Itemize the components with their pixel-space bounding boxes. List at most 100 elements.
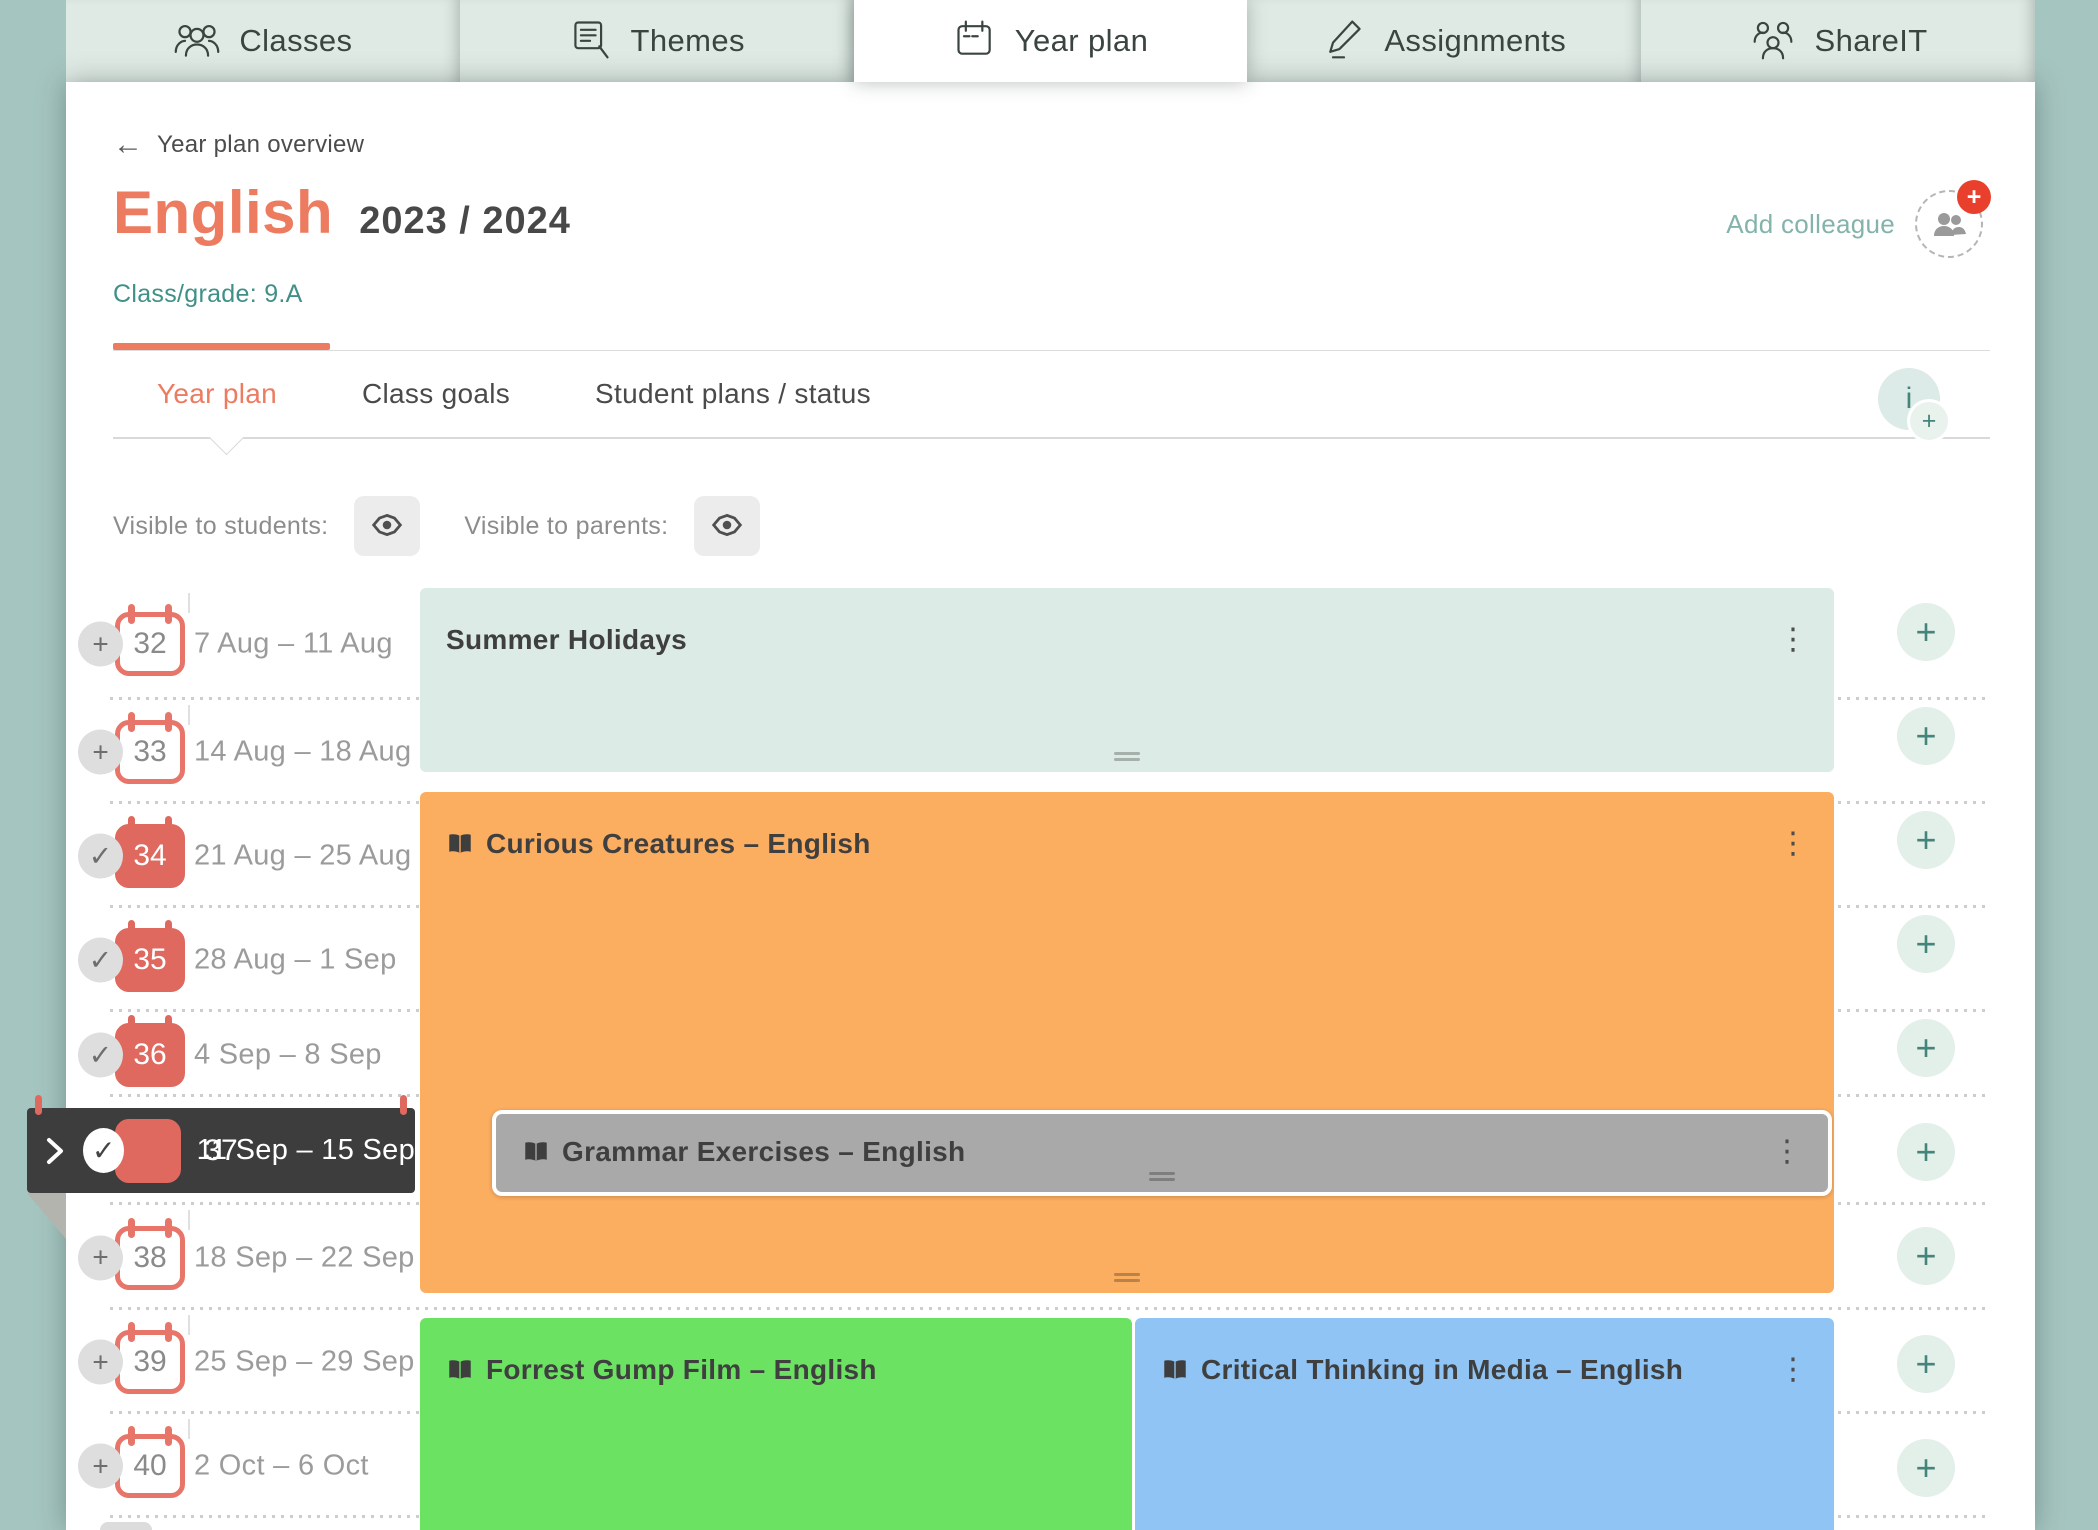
week-dates: 25 Sep – 29 Sep — [194, 1346, 415, 1379]
selected-week-bar[interactable]: ✓3711 Sep – 15 Sep — [27, 1108, 415, 1193]
back-arrow-icon: ← — [113, 130, 143, 160]
eye-icon — [371, 511, 403, 542]
week-dates: 4 Sep – 8 Sep — [194, 1038, 382, 1071]
add-to-week-button[interactable]: + — [1897, 707, 1955, 765]
book-icon — [446, 831, 474, 857]
week-status-badge[interactable]: ✓ — [78, 1032, 123, 1077]
add-to-week-button[interactable]: + — [1897, 603, 1955, 661]
drag-handle[interactable] — [1149, 1169, 1175, 1184]
students-visibility-toggle[interactable] — [354, 496, 420, 556]
year-plan-page: Classes Themes Year plan Assignments Sha… — [0, 0, 2098, 1530]
week-number: 34 — [120, 829, 180, 883]
week-number: 36 — [120, 1028, 180, 1082]
week-number: 33 — [120, 725, 180, 779]
week-status-badge[interactable]: ✓ — [78, 938, 123, 983]
week-status-badge[interactable]: ✓ — [78, 834, 123, 879]
add-to-week-button[interactable]: + — [1897, 1335, 1955, 1393]
class-grade-label[interactable]: Class/grade: 9.A — [113, 280, 303, 309]
week-number: 39 — [120, 1335, 180, 1389]
active-tab-notch — [209, 420, 244, 455]
nav-tab-classes[interactable]: Classes — [66, 0, 460, 82]
week-dates: 14 Aug – 18 Aug — [194, 736, 411, 769]
event-header: Grammar Exercises – English ⋮ — [496, 1114, 1828, 1168]
add-to-week-button[interactable]: + — [1897, 811, 1955, 869]
kebab-menu-icon[interactable]: ⋮ — [1778, 832, 1808, 856]
drop-indicator — [188, 1419, 190, 1439]
nav-tab-themes[interactable]: Themes — [460, 0, 854, 82]
calendar-week-icon[interactable]: 38 — [115, 1226, 185, 1290]
calendar-week-icon[interactable]: 40 — [115, 1434, 185, 1498]
add-colleague-button[interactable]: Add colleague + — [1726, 190, 1983, 258]
row-separator — [110, 1307, 1990, 1310]
active-section-indicator — [113, 343, 330, 350]
event-block-forrest-gump-film[interactable]: Forrest Gump Film – English — [420, 1318, 1132, 1530]
parents-visibility-toggle[interactable] — [694, 496, 760, 556]
tab-year-plan[interactable]: Year plan — [157, 378, 277, 410]
drag-handle[interactable] — [1114, 749, 1140, 764]
add-colleague-label: Add colleague — [1726, 209, 1895, 240]
event-block-grammar-exercises[interactable]: Grammar Exercises – English ⋮ — [492, 1110, 1832, 1196]
page-title-row: English 2023 / 2024 — [113, 178, 571, 247]
book-icon — [522, 1139, 550, 1165]
themes-icon — [569, 16, 613, 67]
add-to-week-button[interactable]: + — [1897, 1019, 1955, 1077]
add-to-week-button[interactable]: + — [1897, 1439, 1955, 1497]
back-link[interactable]: ← Year plan overview — [113, 130, 364, 160]
year-plan-card: ← Year plan overview Add colleague + Eng… — [66, 82, 2035, 1530]
week-number: 38 — [120, 1231, 180, 1285]
event-header: Curious Creatures – English ⋮ — [420, 792, 1834, 860]
week-number: 32 — [120, 617, 180, 671]
week-status-badge[interactable]: ✓ — [83, 1128, 124, 1173]
event-block-curious-creatures[interactable]: Curious Creatures – English ⋮ — [420, 792, 1834, 1293]
fold-shadow — [27, 1193, 66, 1239]
week-status-badge[interactable]: + — [78, 1340, 123, 1385]
nav-tab-label: Year plan — [1015, 23, 1148, 59]
nav-tab-label: Classes — [239, 23, 352, 59]
calendar-week-icon[interactable]: 35 — [115, 928, 185, 992]
event-block-summer-holidays[interactable]: Summer Holidays ⋮ — [420, 588, 1834, 772]
calendar-week-icon[interactable]: 32 — [115, 612, 185, 676]
event-header: Critical Thinking in Media – English ⋮ — [1135, 1318, 1834, 1386]
tab-student-plans-status[interactable]: Student plans / status — [595, 378, 871, 410]
kebab-menu-icon[interactable]: ⋮ — [1778, 1358, 1808, 1382]
week-status-badge[interactable]: + — [78, 1235, 123, 1280]
kebab-menu-icon[interactable]: ⋮ — [1772, 1140, 1802, 1164]
add-to-week-button[interactable]: + — [1897, 915, 1955, 973]
calendar-week-icon[interactable]: 36 — [115, 1023, 185, 1087]
visible-to-students-label: Visible to students: — [113, 512, 328, 541]
drop-indicator — [188, 1315, 190, 1335]
event-title: Curious Creatures – English — [486, 828, 871, 860]
week-status-badge[interactable]: + — [78, 622, 123, 667]
top-navbar: Classes Themes Year plan Assignments Sha… — [66, 0, 2035, 82]
calendar-week-icon[interactable]: 34 — [115, 824, 185, 888]
add-to-week-button[interactable]: + — [1897, 1227, 1955, 1285]
subject-title: English — [113, 178, 333, 247]
eye-icon — [711, 511, 743, 542]
week-dates: 7 Aug – 11 Aug — [194, 628, 393, 661]
calendar-week-icon[interactable]: 37 — [115, 1119, 180, 1183]
tab-class-goals[interactable]: Class goals — [362, 378, 510, 410]
calendar-week-icon[interactable]: 33 — [115, 720, 185, 784]
tab-underline — [113, 437, 1990, 439]
nav-tab-label: Assignments — [1384, 23, 1566, 59]
kebab-menu-icon[interactable]: ⋮ — [1778, 628, 1808, 652]
event-block-critical-thinking[interactable]: Critical Thinking in Media – English ⋮ — [1135, 1318, 1834, 1530]
nav-tab-assignments[interactable]: Assignments — [1247, 0, 1641, 82]
year-plan-icon — [953, 17, 997, 66]
week-dates: 21 Aug – 25 Aug — [194, 840, 411, 873]
week-status-badge[interactable]: + — [78, 730, 123, 775]
add-to-week-button[interactable]: + — [1897, 1123, 1955, 1181]
drop-indicator — [188, 705, 190, 725]
drop-indicator — [188, 593, 190, 613]
subtab-bar: Year plan Class goals Student plans / st… — [157, 378, 871, 410]
info-plus-button[interactable]: + — [1910, 402, 1948, 440]
shareit-icon — [1749, 17, 1797, 66]
week-dates: 18 Sep – 22 Sep — [194, 1241, 415, 1274]
visible-to-parents-label: Visible to parents: — [464, 512, 668, 541]
nav-tab-year-plan[interactable]: Year plan — [854, 0, 1248, 82]
week-status-badge[interactable]: + — [78, 1444, 123, 1489]
event-header: Summer Holidays ⋮ — [420, 588, 1834, 656]
nav-tab-shareit[interactable]: ShareIT — [1641, 0, 2035, 82]
drag-handle[interactable] — [1114, 1270, 1140, 1285]
calendar-week-icon[interactable]: 39 — [115, 1330, 185, 1394]
